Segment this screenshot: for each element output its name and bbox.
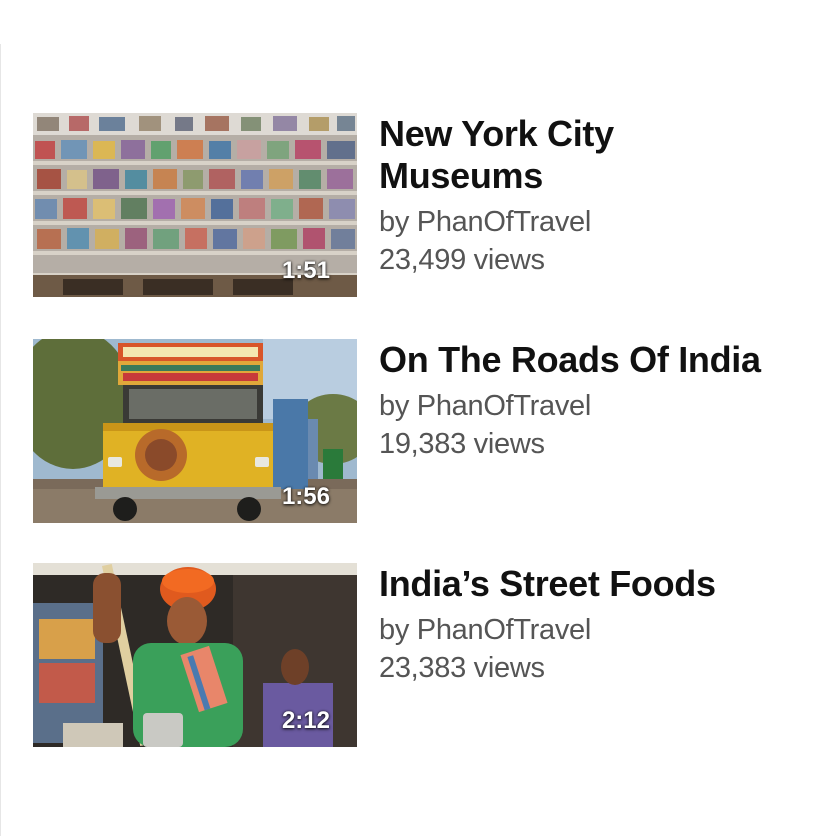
video-title[interactable]: New York City Museums [379,113,809,197]
video-title[interactable]: India’s Street Foods [379,563,809,605]
video-thumbnail[interactable]: 1:56 [33,339,357,523]
video-title-line: India’s Street Foods [379,563,716,604]
video-info: New York City Museums by PhanOfTravel 23… [379,113,809,279]
video-channel[interactable]: by PhanOfTravel [379,387,809,425]
video-title-line: New York City [379,113,614,154]
video-item-on-the-roads-of-india[interactable]: 1:56 On The Roads Of India by PhanOfTrav… [33,339,813,525]
video-duration: 1:51 [281,257,330,284]
video-duration: 2:12 [281,707,330,734]
video-channel[interactable]: by PhanOfTravel [379,611,809,649]
video-channel[interactable]: by PhanOfTravel [379,203,809,241]
video-item-new-york-city-museums[interactable]: 1:51 New York City Museums by PhanOfTrav… [33,113,813,299]
video-list: 1:51 New York City Museums by PhanOfTrav… [0,0,836,836]
video-thumbnail[interactable]: 1:51 [33,113,357,297]
video-views: 23,499 views [379,244,545,276]
video-title[interactable]: On The Roads Of India [379,339,809,381]
video-info: On The Roads Of India by PhanOfTravel 19… [379,339,809,463]
video-views: 23,383 views [379,652,545,684]
video-views: 19,383 views [379,428,545,460]
video-duration: 1:56 [281,483,330,510]
video-item-indias-street-foods[interactable]: 2:12 India’s Street Foods by PhanOfTrave… [33,563,813,749]
video-title-line: On The Roads Of India [379,339,761,380]
video-thumbnail[interactable]: 2:12 [33,563,357,747]
video-info: India’s Street Foods by PhanOfTravel 23,… [379,563,809,687]
video-title-line: Museums [379,155,543,196]
